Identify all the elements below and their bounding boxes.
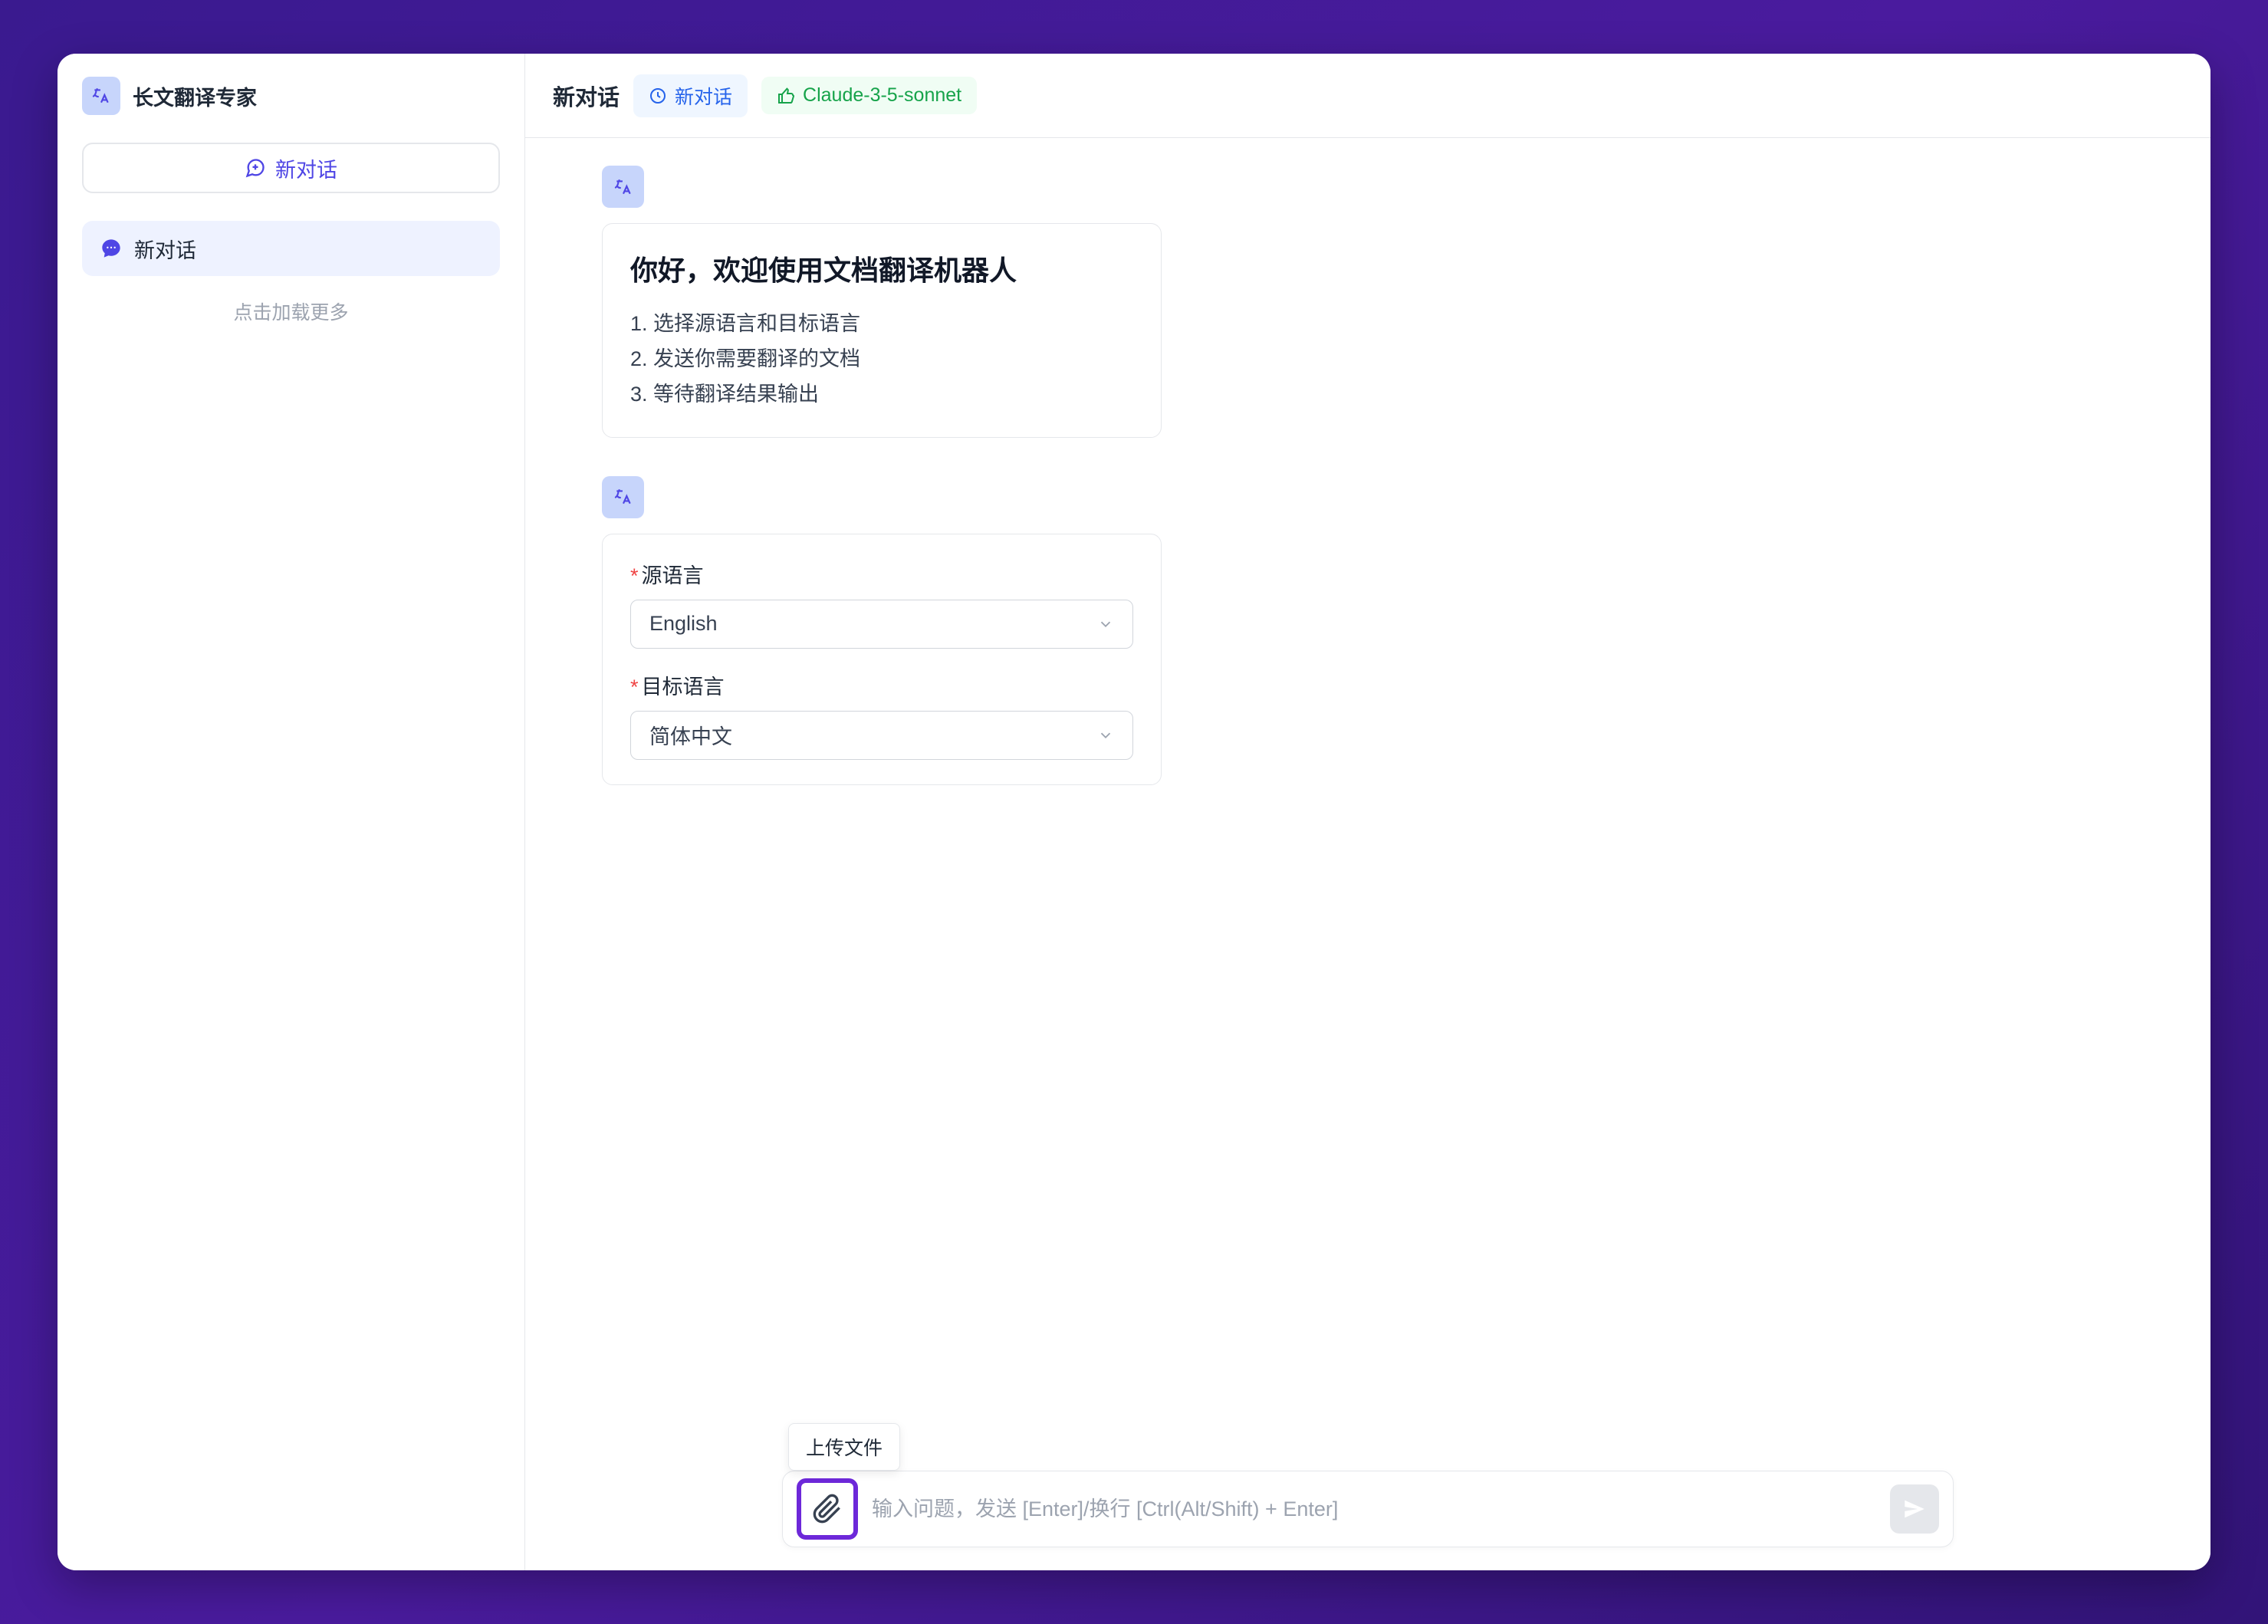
translate-icon bbox=[82, 77, 120, 115]
tag-new-label: 新对话 bbox=[675, 82, 732, 110]
welcome-step: 选择源语言和目标语言 bbox=[630, 307, 1133, 342]
target-language-field: *目标语言 简体中文 bbox=[630, 670, 1133, 760]
app-title: 长文翻译专家 bbox=[133, 81, 257, 111]
chat-bubble-icon bbox=[100, 238, 122, 259]
new-chat-button[interactable]: 新对话 bbox=[82, 143, 500, 193]
target-language-label: *目标语言 bbox=[630, 670, 1133, 700]
tag-new-conversation[interactable]: 新对话 bbox=[633, 74, 748, 117]
sidebar-item-conversation[interactable]: 新对话 bbox=[82, 221, 500, 276]
app-window: 长文翻译专家 新对话 新对话 点击加载更多 新对话 新对话 bbox=[58, 54, 2210, 1570]
welcome-step: 发送你需要翻译的文档 bbox=[630, 342, 1133, 377]
message-input[interactable] bbox=[872, 1471, 1876, 1547]
translate-icon bbox=[613, 487, 633, 507]
page-title: 新对话 bbox=[553, 80, 620, 112]
language-form-card: *源语言 English *目标语言 简体中文 bbox=[602, 534, 1162, 785]
sidebar: 长文翻译专家 新对话 新对话 点击加载更多 bbox=[58, 54, 525, 1570]
bot-avatar bbox=[602, 166, 644, 208]
send-icon bbox=[1902, 1496, 1928, 1522]
content-area: 你好，欢迎使用文档翻译机器人 选择源语言和目标语言 发送你需要翻译的文档 等待翻… bbox=[525, 138, 2210, 1570]
upload-tooltip: 上传文件 bbox=[788, 1423, 900, 1471]
welcome-card: 你好，欢迎使用文档翻译机器人 选择源语言和目标语言 发送你需要翻译的文档 等待翻… bbox=[602, 223, 1162, 438]
clock-icon bbox=[649, 87, 667, 105]
message-form: *源语言 English *目标语言 简体中文 bbox=[602, 476, 2134, 785]
bot-avatar bbox=[602, 476, 644, 518]
input-bar bbox=[782, 1471, 1954, 1547]
sidebar-header: 长文翻译专家 bbox=[82, 77, 500, 115]
attach-file-button[interactable] bbox=[797, 1478, 858, 1540]
thumbs-up-icon bbox=[777, 87, 795, 105]
tag-model-label: Claude-3-5-sonnet bbox=[803, 84, 961, 107]
message-welcome: 你好，欢迎使用文档翻译机器人 选择源语言和目标语言 发送你需要翻译的文档 等待翻… bbox=[602, 166, 2134, 438]
conversation-label: 新对话 bbox=[134, 234, 196, 264]
send-button[interactable] bbox=[1890, 1484, 1939, 1534]
main-panel: 新对话 新对话 Claude-3-5-sonnet bbox=[525, 54, 2210, 1570]
target-language-select[interactable]: 简体中文 bbox=[630, 711, 1133, 760]
input-bar-wrapper: 上传文件 bbox=[782, 1471, 1954, 1547]
welcome-step: 等待翻译结果输出 bbox=[630, 377, 1133, 413]
header: 新对话 新对话 Claude-3-5-sonnet bbox=[525, 54, 2210, 138]
welcome-title: 你好，欢迎使用文档翻译机器人 bbox=[630, 248, 1133, 288]
translate-icon bbox=[613, 177, 633, 197]
welcome-steps: 选择源语言和目标语言 发送你需要翻译的文档 等待翻译结果输出 bbox=[630, 307, 1133, 413]
chevron-down-icon bbox=[1097, 727, 1114, 744]
chevron-down-icon bbox=[1097, 616, 1114, 633]
tag-model[interactable]: Claude-3-5-sonnet bbox=[761, 77, 977, 114]
new-chat-label: 新对话 bbox=[275, 153, 337, 183]
target-language-value: 简体中文 bbox=[649, 720, 732, 750]
source-language-select[interactable]: English bbox=[630, 600, 1133, 649]
source-language-label: *源语言 bbox=[630, 559, 1133, 589]
source-language-field: *源语言 English bbox=[630, 559, 1133, 649]
paperclip-icon bbox=[812, 1494, 843, 1524]
chat-plus-icon bbox=[245, 157, 266, 179]
load-more-button[interactable]: 点击加载更多 bbox=[82, 298, 500, 325]
source-language-value: English bbox=[649, 612, 718, 636]
